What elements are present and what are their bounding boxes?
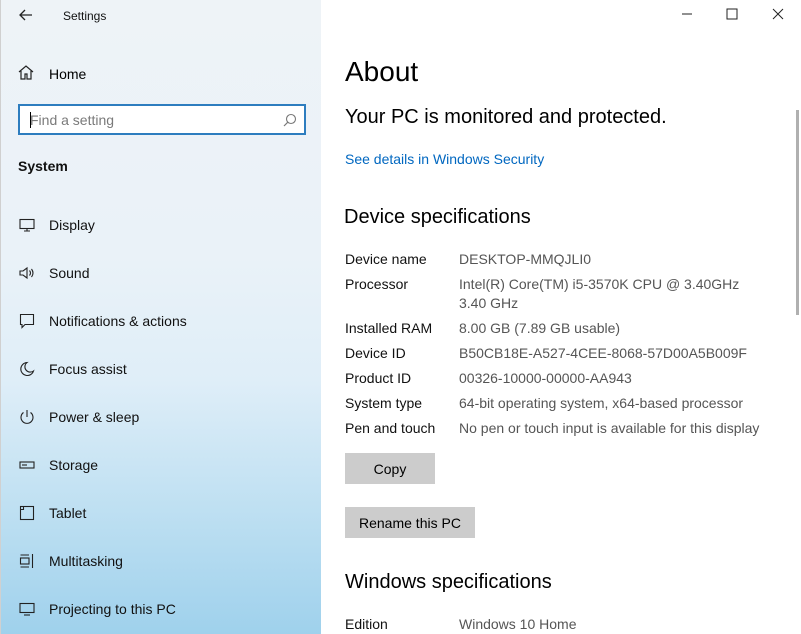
spec-row-processor: Processor Intel(R) Core(TM) i5-3570K CPU… xyxy=(345,275,775,313)
sidebar-item-label: Projecting to this PC xyxy=(49,601,176,617)
app-title: Settings xyxy=(63,9,107,23)
projecting-icon xyxy=(17,602,37,616)
sidebar-item-storage[interactable]: Storage xyxy=(1,441,321,489)
search-box[interactable] xyxy=(18,104,306,135)
spec-value: 64-bit operating system, x64-based proce… xyxy=(459,395,744,411)
sidebar: Settings Home System Display Sound xyxy=(0,0,321,634)
sidebar-item-tablet[interactable]: Tablet xyxy=(1,489,321,537)
spec-value: DESKTOP-MMQJLI0 xyxy=(459,251,591,267)
spec-key: System type xyxy=(345,395,423,411)
moon-icon xyxy=(17,361,37,377)
sidebar-item-label: Home xyxy=(49,66,87,82)
spec-key: Edition xyxy=(345,616,388,632)
speaker-icon xyxy=(17,266,37,280)
spec-value: No pen or touch input is available for t… xyxy=(459,420,760,436)
windows-security-link[interactable]: See details in Windows Security xyxy=(345,151,544,167)
spec-row-pen-touch: Pen and touch No pen or touch input is a… xyxy=(345,419,775,438)
search-icon[interactable] xyxy=(280,113,300,127)
spec-value: 8.00 GB (7.89 GB usable) xyxy=(459,320,621,336)
protection-status: Your PC is monitored and protected. xyxy=(345,106,667,128)
spec-row-product-id: Product ID 00326-10000-00000-AA943 xyxy=(345,369,775,388)
scrollbar-thumb[interactable] xyxy=(796,110,799,315)
tablet-icon xyxy=(17,505,37,521)
sidebar-item-label: Storage xyxy=(49,457,99,473)
spec-value: 00326-10000-00000-AA943 xyxy=(459,370,632,386)
sidebar-item-display[interactable]: Display xyxy=(1,201,321,249)
spec-row-edition: Edition Windows 10 Home xyxy=(345,615,775,634)
search-input[interactable] xyxy=(28,110,280,129)
sidebar-item-label: Focus assist xyxy=(49,361,127,377)
sidebar-nav: Display Sound Notifications & actions Fo… xyxy=(1,201,321,633)
spec-row-installed-ram: Installed RAM 8.00 GB (7.89 GB usable) xyxy=(345,319,775,338)
spec-row-system-type: System type 64-bit operating system, x64… xyxy=(345,394,775,413)
spec-key: Pen and touch xyxy=(345,420,436,436)
spec-value: Intel(R) Core(TM) i5-3570K CPU @ 3.40GHz… xyxy=(459,276,751,311)
section-title: System xyxy=(18,158,68,174)
spec-key: Installed RAM xyxy=(345,320,433,336)
sidebar-item-label: Tablet xyxy=(49,505,87,521)
copy-button[interactable]: Copy xyxy=(345,453,435,484)
spec-key: Device name xyxy=(345,251,427,267)
multitasking-icon xyxy=(17,553,37,569)
sidebar-item-focus-assist[interactable]: Focus assist xyxy=(1,345,321,393)
spec-value: B50CB18E-A527-4CEE-8068-57D00A5B009F xyxy=(459,345,747,361)
sidebar-item-sound[interactable]: Sound xyxy=(1,249,321,297)
back-button[interactable] xyxy=(11,4,41,30)
monitor-icon xyxy=(17,218,37,232)
spec-row-device-name: Device name DESKTOP-MMQJLI0 xyxy=(345,250,775,269)
sidebar-item-label: Display xyxy=(49,217,95,233)
notification-icon xyxy=(17,313,37,329)
sidebar-item-label: Notifications & actions xyxy=(49,313,187,329)
spec-key: Product ID xyxy=(345,370,412,386)
spec-key: Processor xyxy=(345,276,409,292)
back-arrow-icon xyxy=(19,8,33,26)
windows-specs-heading: Windows specifications xyxy=(345,571,552,593)
spec-value: Windows 10 Home xyxy=(459,616,577,632)
home-icon xyxy=(17,64,35,85)
page-title: About xyxy=(345,56,419,87)
power-icon xyxy=(17,409,37,425)
device-specs-heading: Device specifications xyxy=(344,206,531,228)
sidebar-item-home[interactable]: Home xyxy=(17,62,86,86)
sidebar-item-power-sleep[interactable]: Power & sleep xyxy=(1,393,321,441)
sidebar-item-label: Sound xyxy=(49,265,90,281)
storage-icon xyxy=(17,460,37,470)
main-content: About Your PC is monitored and protected… xyxy=(321,0,801,634)
sidebar-item-label: Multitasking xyxy=(49,553,123,569)
sidebar-item-notifications[interactable]: Notifications & actions xyxy=(1,297,321,345)
spec-row-device-id: Device ID B50CB18E-A527-4CEE-8068-57D00A… xyxy=(345,344,775,363)
text-cursor xyxy=(30,112,31,128)
sidebar-item-projecting[interactable]: Projecting to this PC xyxy=(1,585,321,633)
sidebar-item-multitasking[interactable]: Multitasking xyxy=(1,537,321,585)
sidebar-item-label: Power & sleep xyxy=(49,409,140,425)
spec-key: Device ID xyxy=(345,345,406,361)
rename-pc-button[interactable]: Rename this PC xyxy=(345,507,475,538)
